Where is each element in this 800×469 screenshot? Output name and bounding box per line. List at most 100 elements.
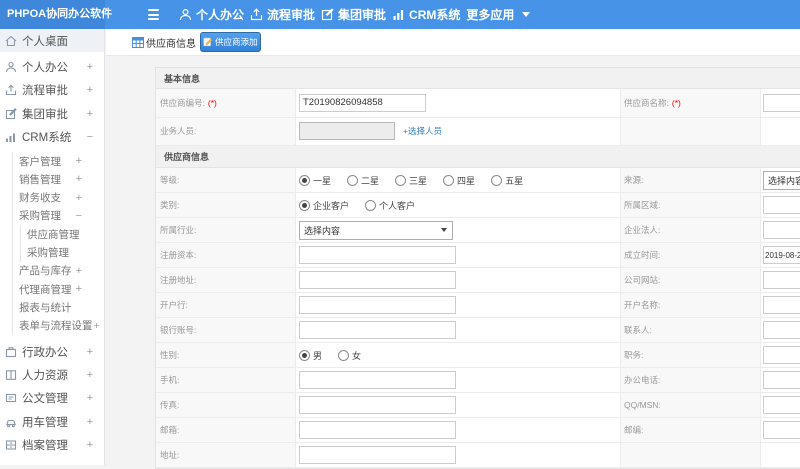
- radio-enterprise[interactable]: 企业客户: [299, 199, 349, 212]
- section-title-supplier-info: 供应商信息: [156, 146, 800, 168]
- supplier-code-input[interactable]: [299, 93, 426, 112]
- email-input[interactable]: [299, 421, 456, 439]
- website-input[interactable]: [763, 271, 800, 289]
- sidebar-item-purchase-mgmt[interactable]: 采购管理 −: [13, 207, 104, 225]
- sidebar-item-document-mgmt[interactable]: 公文管理 +: [0, 387, 104, 410]
- region-input[interactable]: [763, 196, 800, 214]
- radio-male[interactable]: 男: [299, 349, 322, 362]
- sidebar-item-personal-desktop[interactable]: 个人桌面: [0, 29, 104, 53]
- sidebar-item-form-flow-settings[interactable]: 表单与流程设置 +: [13, 317, 104, 335]
- sidebar-item-supplier-mgmt[interactable]: 供应商管理: [21, 225, 104, 243]
- nav-group-approval[interactable]: 集团审批: [321, 0, 386, 29]
- sidebar-item-product-stock[interactable]: 产品与库存 +: [13, 262, 104, 280]
- archive-icon: [5, 440, 17, 450]
- expand-icon[interactable]: +: [76, 155, 82, 167]
- expand-icon[interactable]: +: [94, 320, 100, 332]
- nav-crm-system[interactable]: CRM系统: [392, 0, 460, 29]
- bank-account-input[interactable]: [299, 321, 456, 339]
- sidebar-item-hr[interactable]: 人力资源 +: [0, 363, 104, 386]
- expand-icon[interactable]: +: [76, 283, 82, 295]
- expand-icon[interactable]: +: [87, 392, 93, 404]
- user-icon: [5, 62, 17, 73]
- radio-icon: [443, 174, 455, 186]
- bank-input[interactable]: [299, 296, 456, 314]
- sidebar-item-purchasing[interactable]: 采购管理: [21, 243, 104, 261]
- mobile-input[interactable]: [299, 371, 456, 389]
- workflow-icon: [250, 8, 263, 21]
- radio-icon: [338, 349, 350, 361]
- radio-level-4[interactable]: 四星: [443, 174, 475, 187]
- group-approve-icon: [321, 8, 334, 21]
- industry-select[interactable]: 选择内容: [299, 220, 453, 240]
- radio-level-5[interactable]: 五星: [491, 174, 523, 187]
- supplier-form-panel: 基本信息 供应商编号:(*) 供应商名称:(*) 业务人员: +选择人员 供应商…: [155, 67, 800, 469]
- doc-icon: [5, 394, 17, 403]
- section-title-basic-info: 基本信息: [156, 68, 800, 89]
- form-row-supplier-code: 供应商编号:(*) 供应商名称:(*): [156, 89, 800, 118]
- menu-toggle-icon[interactable]: [148, 9, 159, 20]
- select-person-link[interactable]: +选择人员: [403, 125, 442, 137]
- nav-personal-office[interactable]: 个人办公: [179, 0, 244, 29]
- sidebar-item-admin-office[interactable]: 行政办公 +: [0, 340, 104, 363]
- sidebar-item-crm[interactable]: CRM系统 −: [0, 126, 104, 149]
- address-input[interactable]: [299, 446, 456, 464]
- sidebar-item-group-approval[interactable]: 集团审批 +: [0, 102, 104, 125]
- office-phone-input[interactable]: [763, 371, 800, 389]
- expand-icon[interactable]: +: [87, 108, 93, 120]
- collapse-icon[interactable]: −: [87, 131, 93, 143]
- sidebar-item-workflow-approval[interactable]: 流程审批 +: [0, 79, 104, 102]
- founded-date-input[interactable]: [763, 246, 800, 264]
- sidebar-item-reports[interactable]: 报表与统计: [13, 298, 104, 316]
- radio-icon: [347, 174, 359, 186]
- source-select[interactable]: 选择内容: [763, 170, 800, 190]
- business-person-input[interactable]: [299, 122, 395, 141]
- sidebar-item-sales-mgmt[interactable]: 销售管理 +: [13, 170, 104, 188]
- expand-icon[interactable]: +: [76, 173, 82, 185]
- expand-icon[interactable]: +: [76, 192, 82, 204]
- radio-level-3[interactable]: 三星: [395, 174, 427, 187]
- sidebar: 个人桌面 个人办公 + 流程审批 + 集团审批 + CRM系统 − 客户管理 + …: [0, 29, 105, 465]
- sidebar-item-agent-mgmt[interactable]: 代理商管理 +: [13, 280, 104, 298]
- label-gender: 性别:: [156, 343, 296, 367]
- chart-icon: [6, 133, 15, 143]
- legal-person-input[interactable]: [763, 221, 800, 239]
- sidebar-item-archive-mgmt[interactable]: 档案管理 +: [0, 433, 104, 456]
- radio-level-1[interactable]: 一星: [299, 174, 331, 187]
- zip-input[interactable]: [763, 421, 800, 439]
- radio-level-2[interactable]: 二星: [347, 174, 379, 187]
- label-position: 职务:: [621, 343, 761, 367]
- expand-icon[interactable]: +: [87, 346, 93, 358]
- tab-supplier-add[interactable]: 供应商添加: [200, 32, 261, 52]
- registered-address-input[interactable]: [299, 271, 456, 289]
- radio-individual[interactable]: 个人客户: [365, 199, 415, 212]
- radio-female[interactable]: 女: [338, 349, 361, 362]
- fax-input[interactable]: [299, 396, 456, 414]
- expand-icon[interactable]: +: [87, 84, 93, 96]
- expand-icon[interactable]: +: [87, 439, 93, 451]
- label-business-person: 业务人员:: [156, 117, 296, 145]
- expand-icon[interactable]: +: [87, 416, 93, 428]
- expand-icon[interactable]: +: [76, 265, 82, 277]
- collapse-icon[interactable]: −: [76, 210, 82, 222]
- label-category: 类别:: [156, 193, 296, 217]
- required-mark: (*): [671, 97, 681, 108]
- gender-radio-group: 男 女: [299, 349, 377, 362]
- account-name-input[interactable]: [763, 296, 800, 314]
- label-legal-person: 企业法人:: [621, 218, 761, 242]
- qq-msn-input[interactable]: [763, 396, 800, 414]
- registered-capital-input[interactable]: [299, 246, 456, 264]
- supplier-name-input[interactable]: [763, 93, 800, 112]
- expand-icon[interactable]: +: [87, 369, 93, 381]
- form-row-fax: 传真: QQ/MSN:: [156, 393, 800, 418]
- sidebar-item-personal-office[interactable]: 个人办公 +: [0, 55, 104, 78]
- tab-supplier-info[interactable]: 供应商信息: [132, 35, 196, 50]
- nav-workflow-approval[interactable]: 流程审批: [250, 0, 315, 29]
- top-bar: PHPOA协同办公软件 个人办公 流程审批 集团审批 CRM系统 更多应用: [0, 0, 800, 29]
- position-input[interactable]: [763, 346, 800, 364]
- sidebar-item-customer-mgmt[interactable]: 客户管理 +: [13, 152, 104, 170]
- sidebar-item-vehicle-mgmt[interactable]: 用车管理 +: [0, 410, 104, 433]
- contact-input[interactable]: [763, 321, 800, 339]
- expand-icon[interactable]: +: [87, 61, 93, 73]
- nav-more-apps[interactable]: 更多应用: [466, 0, 531, 29]
- sidebar-item-finance[interactable]: 财务收支 +: [13, 189, 104, 207]
